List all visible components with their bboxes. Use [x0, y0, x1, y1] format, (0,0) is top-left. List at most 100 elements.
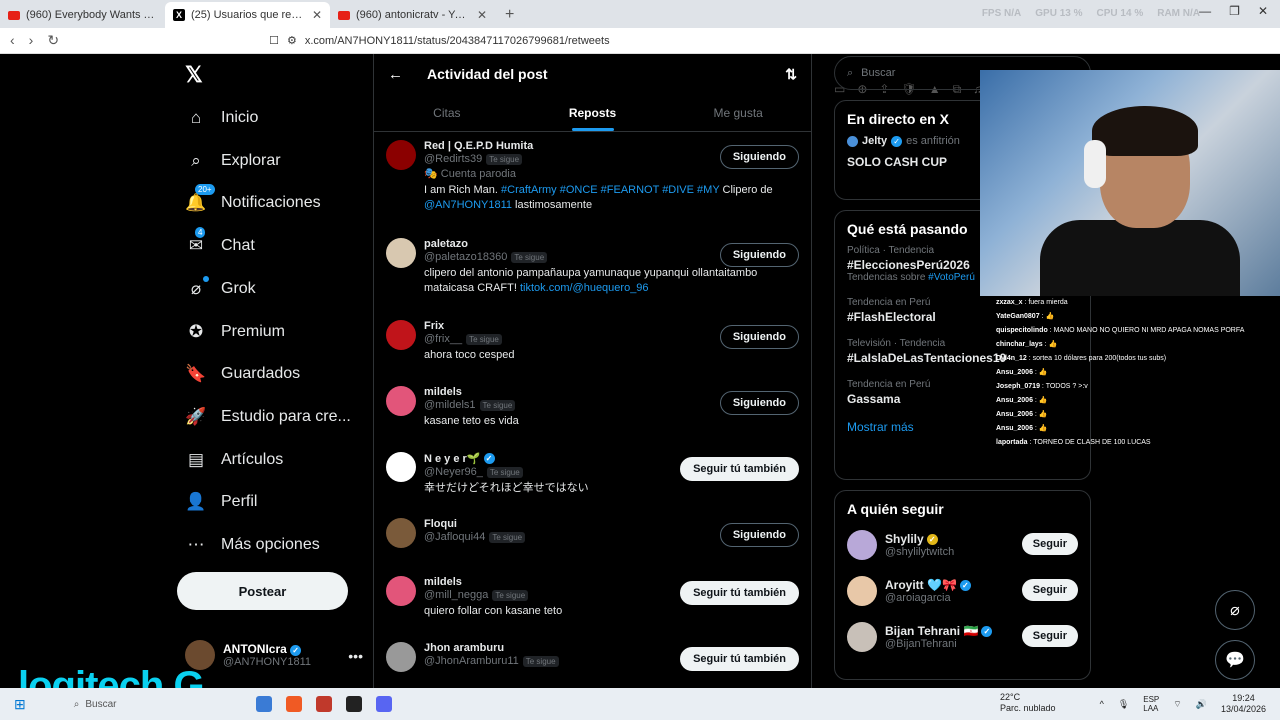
sidebar-item-explorar[interactable]: ⌕ Explorar	[185, 147, 280, 175]
repost-user-row[interactable]: mildels @mildels1 Te sigue kasane teto es v…	[374, 378, 811, 444]
repost-user-row[interactable]: paletazo @paletazo18360 Te sigue clipero de…	[374, 230, 811, 312]
repost-user-row[interactable]: Frix @frix__ Te sigue ahora toco cesped Sigu…	[374, 312, 811, 378]
avatar[interactable]	[847, 530, 877, 560]
sidebar-item-guardados[interactable]: 🔖 Guardados	[185, 360, 300, 388]
follow-back-button[interactable]: Seguir tú también	[680, 581, 799, 605]
clock[interactable]: 19:24 13/04/2026	[1221, 693, 1266, 715]
bio-link[interactable]: @AN7HONY1811	[424, 199, 512, 211]
bookmark-page-icon[interactable]: ☐	[269, 34, 279, 47]
wifi-icon[interactable]: ⌔	[1173, 699, 1181, 710]
bio-link[interactable]: tiktok.com/@huequero_96	[520, 282, 649, 294]
follow-button[interactable]: Seguir	[1021, 533, 1078, 555]
repost-user-row[interactable]: N e y e r🌱 ✓ @Neyer96_ Te sigue 幸せだけどそれほど幸せで…	[374, 444, 811, 510]
suggested-user[interactable]: Aroyitt 🩵🎀 ✓ @aroiagarcia Seguir	[847, 573, 1078, 609]
sidebar-item-art-culos[interactable]: ▤ Artículos	[185, 446, 283, 474]
sidebar-item-perfil[interactable]: 👤 Perfil	[185, 488, 257, 516]
repost-user-row[interactable]: Red | Q.E.P.D Humita @Redirts39 Te sigue 🎭 …	[374, 132, 811, 230]
sidebar-item-notificaciones[interactable]: 🔔 20+ Notificaciones	[185, 184, 321, 217]
post-button[interactable]: Postear	[177, 572, 348, 610]
follow-button[interactable]: Seguir	[1021, 579, 1078, 601]
chat-text: 👍	[1038, 397, 1048, 404]
sidebar-item-grok[interactable]: ⌀ Grok	[185, 275, 256, 303]
taskbar-search[interactable]: ⌕ Buscar	[74, 699, 117, 710]
bio-link[interactable]: #CraftArmy #ONCE #FEARNOT #DIVE #MY	[501, 184, 719, 196]
chat-message: Ansu_2006 : 👍	[996, 369, 1048, 376]
rocket-icon: 🚀	[185, 406, 207, 426]
tab-youtube-2[interactable]: (960) antonicratv - YouTube ✕	[330, 2, 495, 28]
avatar[interactable]	[386, 518, 416, 548]
tab-x-reposts[interactable]: X (25) Usuarios que repostearon e ✕	[165, 2, 330, 28]
repost-user-row[interactable]: Floqui @Jafloqui44 Te sigue Siguiendo	[374, 510, 811, 568]
weather-widget[interactable]: 22°C Parc. nublado	[1000, 692, 1056, 714]
windows-start-icon[interactable]: ⊞	[14, 696, 26, 713]
close-window-icon[interactable]: ✕	[1258, 4, 1268, 18]
follow-back-button[interactable]: Seguir tú también	[680, 457, 799, 481]
chat-message: chinchar_lays : 👍	[996, 341, 1058, 348]
site-settings-icon[interactable]: ⚙	[287, 34, 297, 47]
close-tab-icon[interactable]: ✕	[312, 8, 322, 22]
sidebar-item-m-s-opciones[interactable]: ⋯ Más opciones	[185, 531, 320, 559]
messages-fab-icon[interactable]: 💬	[1215, 640, 1255, 680]
following-button[interactable]: Siguiendo	[719, 523, 799, 547]
maximize-icon[interactable]: ❐	[1229, 4, 1240, 18]
cpu-readout: CPU 14 %	[1096, 8, 1144, 19]
repost-user-row[interactable]: mildels @mill_negga Te sigue quiero follar …	[374, 568, 811, 634]
close-tab-icon[interactable]: ✕	[477, 8, 487, 22]
language-indicator[interactable]: ESP LAA	[1143, 695, 1159, 713]
avatar[interactable]	[386, 452, 416, 482]
person-icon: 👤	[185, 492, 207, 512]
reload-icon[interactable]: ↻	[47, 32, 59, 49]
url-field[interactable]: x.com/AN7HONY1811/status/204384711702679…	[305, 35, 610, 47]
trend-related-link[interactable]: #VotoPerú	[928, 272, 975, 283]
avatar[interactable]	[847, 576, 877, 606]
brave-browser-icon[interactable]	[286, 696, 303, 712]
headphones-icon	[1084, 140, 1106, 188]
avatar[interactable]	[386, 140, 416, 170]
avatar[interactable]	[847, 622, 877, 652]
x-logo-icon[interactable]: 𝕏	[185, 62, 203, 88]
suggested-user[interactable]: Shylily ✓ @shylilytwitch Seguir	[847, 527, 1078, 563]
back-arrow-icon[interactable]: ←	[388, 66, 403, 83]
sidebar-item-inicio[interactable]: ⌂ Inicio	[185, 104, 259, 132]
avatar[interactable]	[386, 238, 416, 268]
file-explorer-icon[interactable]	[256, 696, 273, 712]
follow-button[interactable]: Seguir	[1021, 625, 1078, 647]
grok-fab-icon[interactable]: ⌀	[1215, 590, 1255, 630]
account-switcher[interactable]: ANTONIcra ✓ @AN7HONY1811 •••	[185, 640, 365, 670]
following-button[interactable]: Siguiendo	[719, 391, 799, 415]
discord-icon[interactable]	[376, 696, 393, 712]
tab-me-gusta[interactable]: Me gusta	[665, 94, 811, 131]
streamer-shirt	[1040, 220, 1240, 296]
obs-icon[interactable]	[346, 696, 363, 712]
tab-citas[interactable]: Citas	[374, 94, 520, 131]
sidebar-item-premium[interactable]: ✪ Premium	[185, 318, 285, 346]
sidebar-item-chat[interactable]: ✉ 4 Chat	[185, 227, 255, 260]
tab-youtube-1[interactable]: (960) Everybody Wants To Rule Th	[0, 2, 165, 28]
more-icon[interactable]: •••	[348, 648, 363, 664]
volume-icon[interactable]: 🔊	[1196, 699, 1207, 710]
tab-reposts[interactable]: Reposts	[520, 94, 666, 131]
user-handle-text: @Redirts39	[424, 153, 483, 165]
chat-text: 👍	[1038, 425, 1048, 432]
follow-back-button[interactable]: Seguir tú también	[680, 647, 799, 671]
follows-you-badge: Te sigue	[492, 589, 529, 601]
following-button[interactable]: Siguiendo	[719, 243, 799, 267]
minimize-icon[interactable]: —	[1199, 4, 1211, 18]
tray-chevron-icon[interactable]: ^	[1100, 699, 1104, 709]
new-tab-button[interactable]: +	[495, 2, 524, 28]
avatar[interactable]	[386, 576, 416, 606]
suggested-user[interactable]: Bijan Tehrani 🇮🇷 ✓ @BijanTehrani Seguir	[847, 619, 1078, 655]
filter-settings-icon[interactable]: ⇅	[785, 66, 797, 83]
avatar[interactable]	[386, 386, 416, 416]
hoyo-app-icon[interactable]	[316, 696, 333, 712]
back-icon[interactable]: ‹	[10, 32, 15, 49]
mic-icon[interactable]: 🎙	[1118, 699, 1129, 710]
sidebar-item-estudio-para-cre-[interactable]: 🚀 Estudio para cre...	[185, 403, 350, 431]
repost-user-row[interactable]: Jhon aramburu @JhonAramburu11 Te sigue Segu…	[374, 634, 811, 688]
forward-icon[interactable]: ›	[29, 32, 34, 49]
avatar[interactable]	[386, 320, 416, 350]
avatar[interactable]	[386, 642, 416, 672]
following-button[interactable]: Siguiendo	[719, 325, 799, 349]
following-button[interactable]: Siguiendo	[719, 145, 799, 169]
user-handle-text: @JhonAramburu11	[424, 655, 519, 667]
